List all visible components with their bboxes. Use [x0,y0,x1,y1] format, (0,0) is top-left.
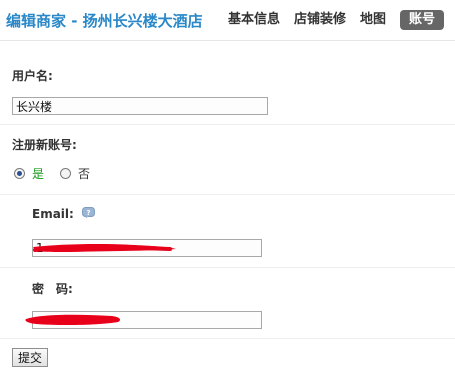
svg-text:?: ? [86,209,90,217]
page-title: 编辑商家 - 扬州长兴楼大酒店 [6,12,203,30]
tab-account[interactable]: 账号 [400,10,445,30]
username-label: 用户名: [12,69,53,83]
account-edit-page: 编辑商家 - 扬州长兴楼大酒店 基本信息 店铺装修 地图 账号 用户名: 注册新… [0,0,455,391]
submit-button[interactable]: 提交 [12,348,48,367]
nav-tabs: 基本信息 店铺装修 地图 账号 [228,10,445,30]
divider [0,194,455,195]
email-input[interactable] [32,239,262,257]
header-divider [0,40,455,41]
tab-shop-decoration[interactable]: 店铺装修 [294,10,346,30]
help-question-icon[interactable]: ? [82,207,95,219]
divider [0,338,455,339]
register-new-account-label: 注册新账号: [12,138,77,152]
radio-yes-label[interactable]: 是 [32,165,44,182]
header: 编辑商家 - 扬州长兴楼大酒店 基本信息 店铺装修 地图 账号 [0,0,455,44]
username-input[interactable] [12,97,268,115]
tab-map[interactable]: 地图 [360,10,386,30]
email-label: Email: [32,207,74,221]
register-radio-group: 是 否 [14,165,106,182]
radio-no[interactable] [60,168,72,179]
radio-yes[interactable] [14,168,25,179]
divider [0,267,455,268]
radio-no-label[interactable]: 否 [78,165,90,182]
password-label: 密 码: [32,282,73,296]
tab-basic-info[interactable]: 基本信息 [228,10,280,30]
password-input[interactable] [32,311,262,329]
divider [0,124,455,125]
